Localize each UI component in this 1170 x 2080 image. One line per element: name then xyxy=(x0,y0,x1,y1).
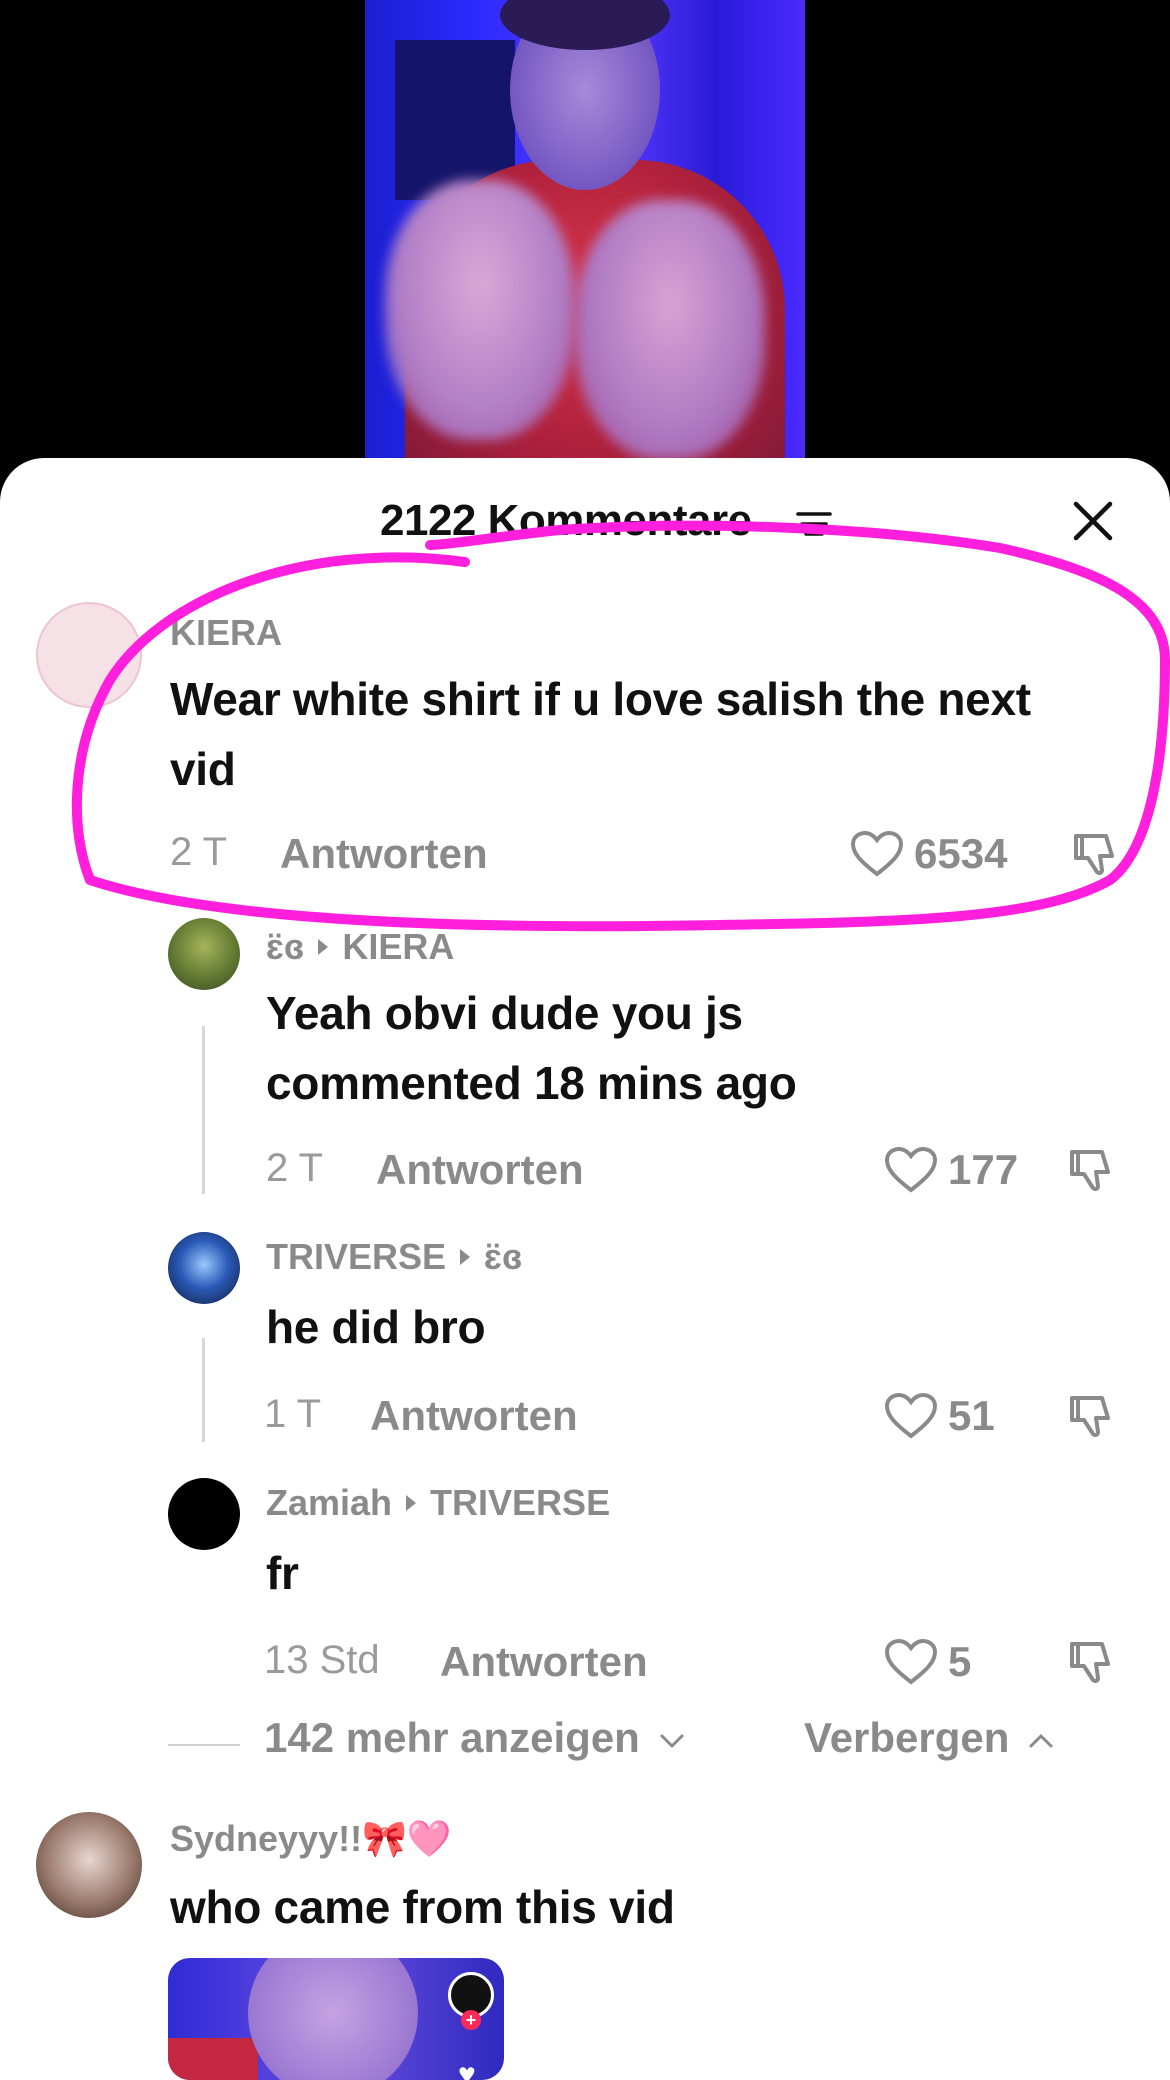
reply-author[interactable]: Zamiah xyxy=(266,1482,392,1523)
reply-author[interactable]: ɛ̈ɞ xyxy=(266,926,304,967)
like-count: 51 xyxy=(948,1392,995,1439)
reply-button[interactable]: Antworten xyxy=(370,1392,578,1440)
reply-button[interactable]: Antworten xyxy=(440,1638,648,1686)
comment-time: 13 Std xyxy=(264,1638,380,1682)
thread-controls: 142 mehr anzeigen Verbergen xyxy=(0,1708,1170,1768)
heart-icon xyxy=(884,1146,938,1193)
like-button[interactable]: 51 xyxy=(884,1386,995,1446)
video-subject-hand-left xyxy=(385,180,575,440)
thumbnail-hoodie xyxy=(168,2038,258,2080)
chevron-up-icon xyxy=(1029,1734,1053,1748)
reply-author[interactable]: TRIVERSE xyxy=(266,1236,446,1277)
comment-text: Yeah obvi dude you js commented 18 mins … xyxy=(266,987,797,1109)
comments-header: 2122 Kommentare xyxy=(0,488,1170,548)
comment-video-thumbnail[interactable]: + ♥ xyxy=(168,1958,504,2080)
reply-to-user[interactable]: KIERA xyxy=(342,926,454,967)
video-subject-hand-right xyxy=(575,200,765,460)
avatar[interactable] xyxy=(36,1812,142,1918)
comment-time: 2 T xyxy=(170,830,228,874)
dislike-icon[interactable] xyxy=(1068,1638,1116,1686)
video-player[interactable] xyxy=(0,0,1170,470)
like-count: 177 xyxy=(948,1146,1019,1193)
like-count: 6534 xyxy=(914,830,1008,877)
heart-icon: ♥ xyxy=(458,2058,476,2080)
video-frame[interactable] xyxy=(365,0,805,470)
comment-username[interactable]: TRIVERSE ɛ̈ɞ xyxy=(266,1236,522,1278)
heart-icon xyxy=(884,1392,938,1439)
comment-username[interactable]: ɛ̈ɞ KIERA xyxy=(266,926,454,968)
comment-username[interactable]: Sydneyyy!!🎀🩷 xyxy=(170,1818,452,1860)
thread-line xyxy=(202,1026,205,1194)
reply-arrow-icon xyxy=(406,1495,417,1512)
avatar[interactable] xyxy=(36,602,142,708)
show-more-replies-button[interactable]: 142 mehr anzeigen xyxy=(264,1714,686,1762)
show-more-label: 142 mehr anzeigen xyxy=(264,1714,640,1761)
reply-to-user[interactable]: TRIVERSE xyxy=(430,1482,610,1523)
thread-line xyxy=(202,1338,205,1442)
close-icon[interactable] xyxy=(1070,498,1116,544)
reply-arrow-icon xyxy=(318,939,329,956)
reply-arrow-icon xyxy=(460,1249,471,1266)
like-count: 5 xyxy=(948,1638,972,1685)
dislike-icon[interactable] xyxy=(1068,1146,1116,1194)
comment-time: 2 T xyxy=(266,1146,324,1190)
like-button[interactable]: 6534 xyxy=(850,824,1007,884)
chevron-down-icon xyxy=(660,1734,683,1748)
avatar[interactable] xyxy=(168,1232,240,1304)
comment-text: who came from this vid xyxy=(170,1881,675,1933)
dislike-icon[interactable] xyxy=(1072,830,1120,878)
heart-icon xyxy=(884,1638,938,1685)
divider xyxy=(168,1744,240,1746)
comment-text: Wear white shirt if u love salish the ne… xyxy=(170,673,1031,795)
dislike-icon[interactable] xyxy=(1068,1392,1116,1440)
like-button[interactable]: 177 xyxy=(884,1140,1018,1200)
hide-label: Verbergen xyxy=(804,1714,1010,1761)
comment-text: he did bro xyxy=(266,1301,486,1353)
avatar[interactable] xyxy=(168,918,240,990)
reply-button[interactable]: Antworten xyxy=(280,830,488,878)
comment-text: fr xyxy=(266,1547,299,1599)
follow-plus-icon: + xyxy=(461,2010,481,2030)
hide-replies-button[interactable]: Verbergen xyxy=(804,1714,1055,1762)
comment-username[interactable]: Zamiah TRIVERSE xyxy=(266,1482,610,1524)
avatar[interactable] xyxy=(168,1478,240,1550)
reply-button[interactable]: Antworten xyxy=(376,1146,584,1194)
comments-count-title: 2122 Kommentare xyxy=(380,496,752,545)
comment-time: 1 T xyxy=(264,1392,322,1436)
comment-username[interactable]: KIERA xyxy=(170,612,282,654)
like-button[interactable]: 5 xyxy=(884,1632,971,1692)
heart-icon xyxy=(850,830,904,877)
reply-to-user[interactable]: ɛ̈ɞ xyxy=(484,1236,522,1277)
sort-icon[interactable] xyxy=(796,510,832,538)
thumbnail-face xyxy=(248,1958,418,2080)
